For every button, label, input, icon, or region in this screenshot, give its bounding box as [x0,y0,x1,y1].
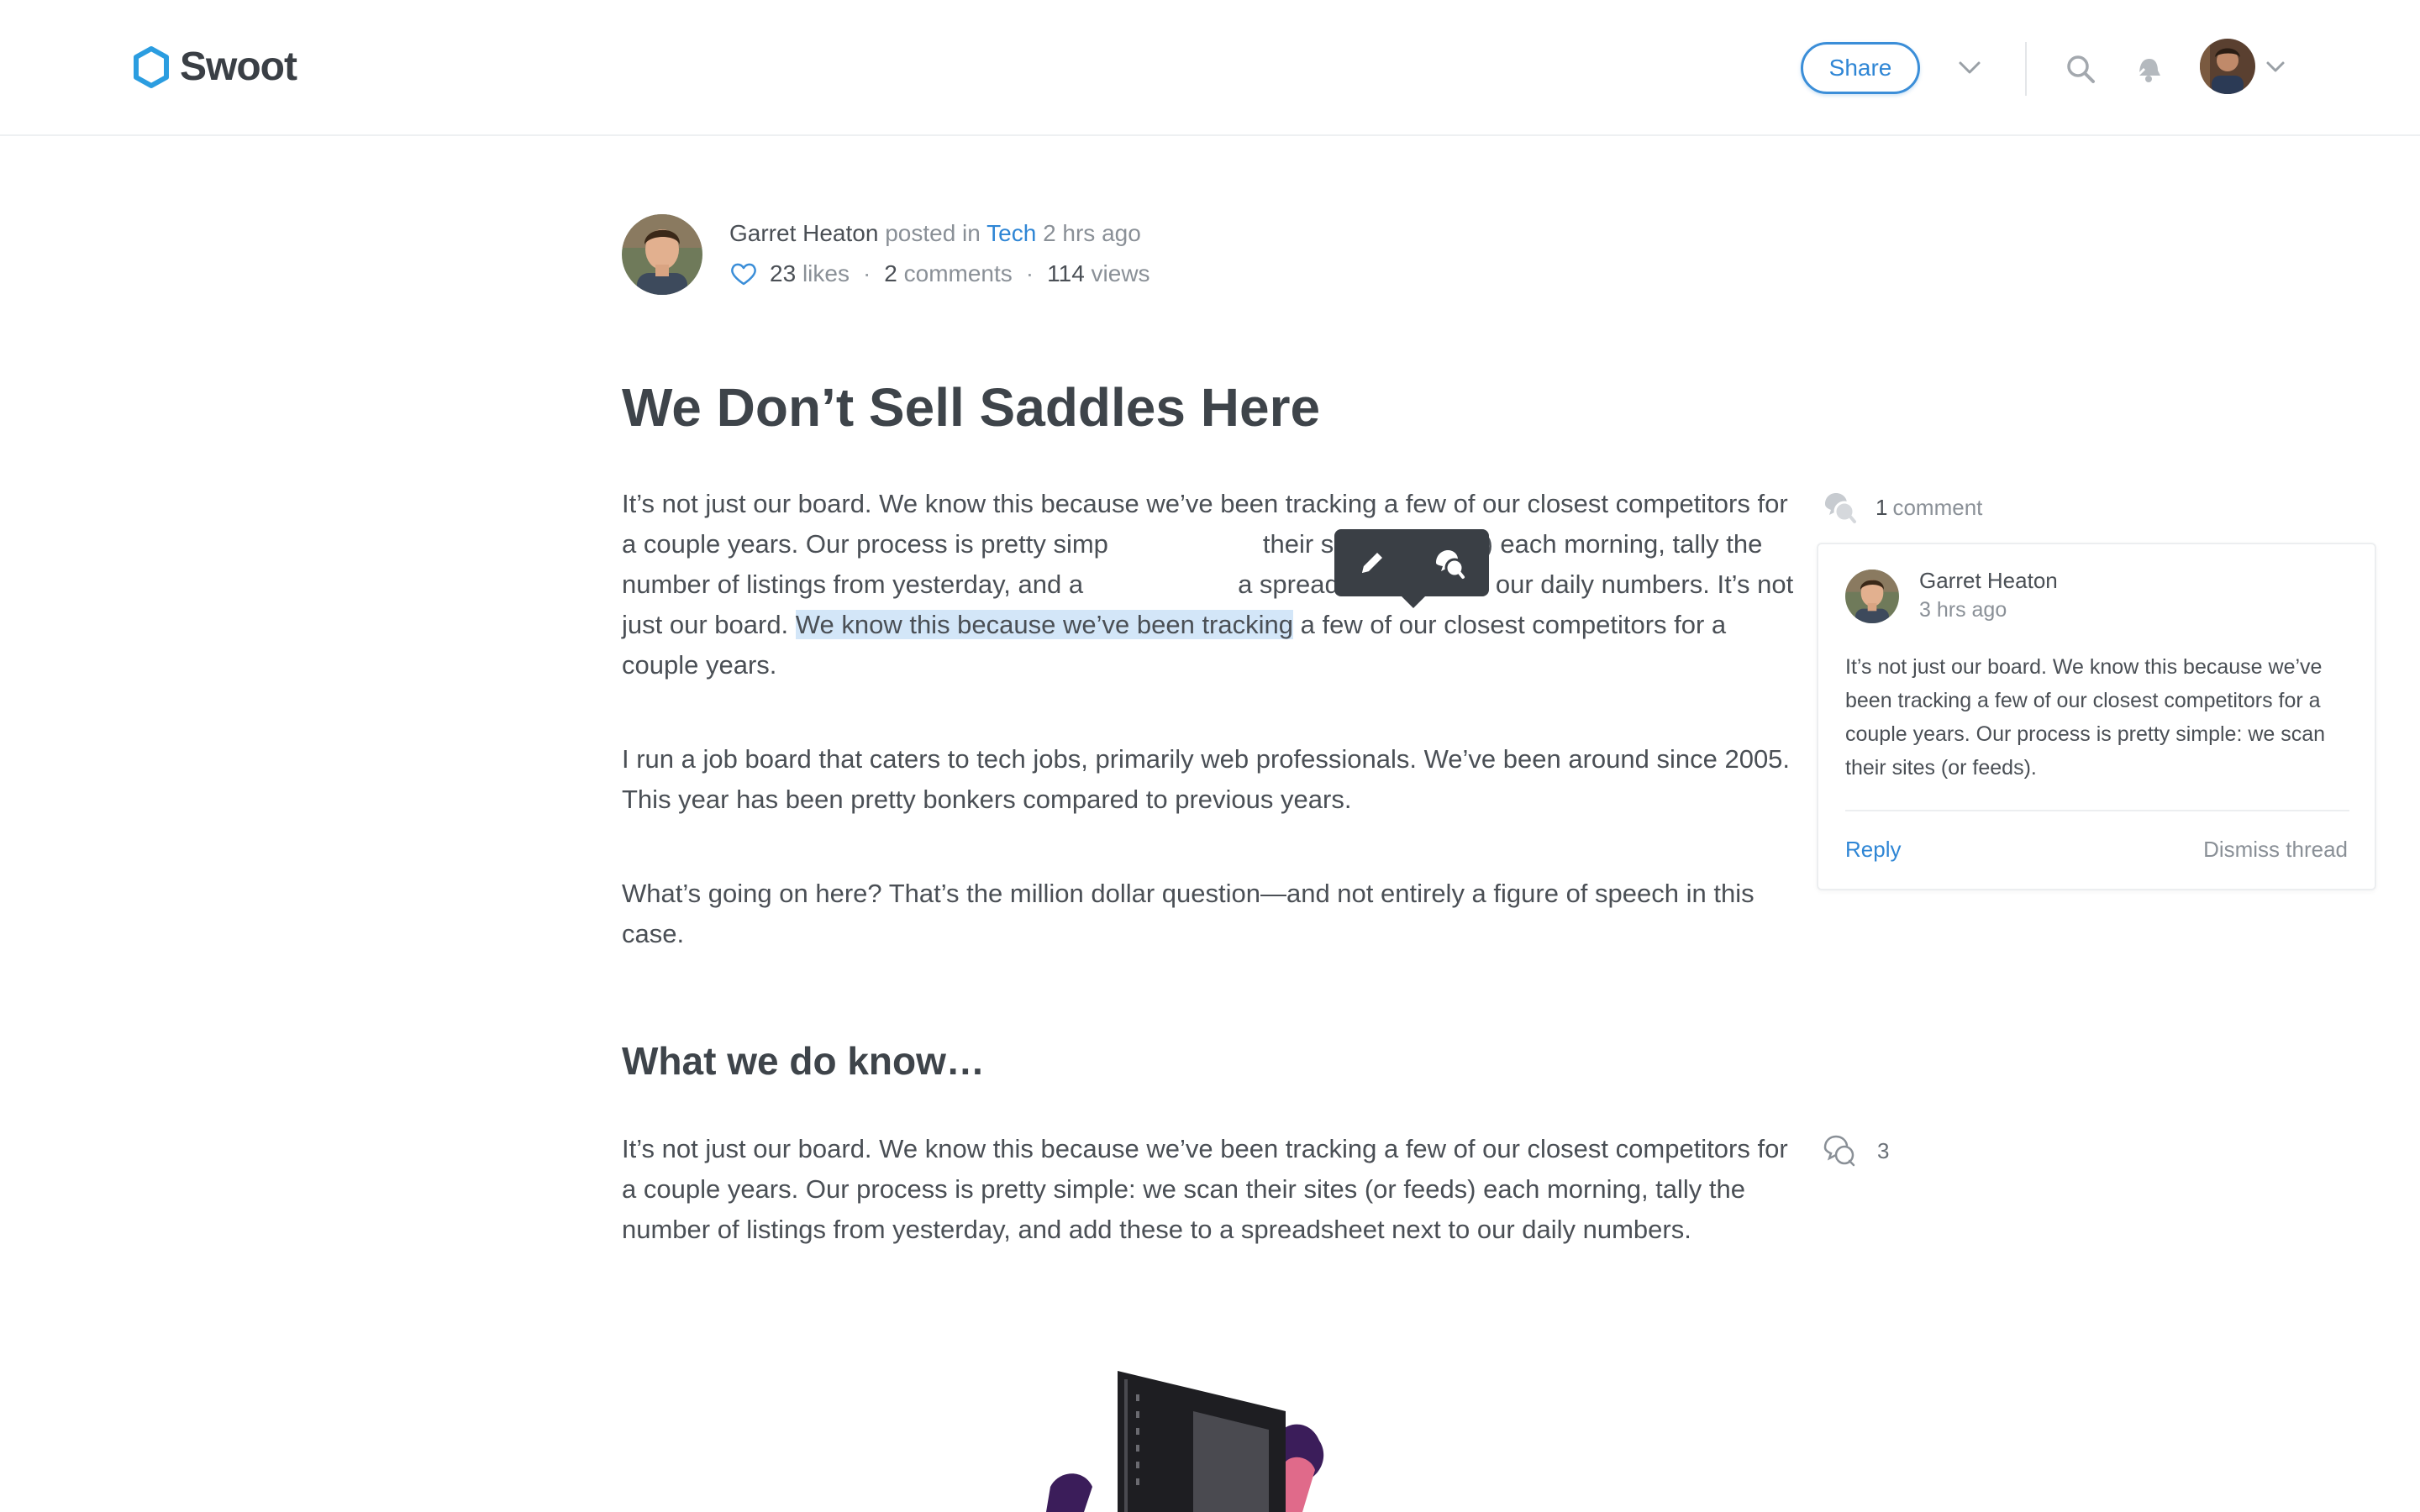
logo-text: Swoot [180,45,297,89]
post-meta: Garret Heaton posted in Tech 2 hrs ago [729,220,1141,247]
comment-time: 3 hrs ago [1919,598,2007,622]
chevron-down-icon[interactable] [1958,60,1981,76]
post-title: We Don’t Sell Saddles Here [622,377,1321,438]
views-label: views [1091,260,1150,286]
paragraph-4: It’s not just our board. We know this be… [622,1134,1788,1244]
likes-count: 23 [770,260,797,286]
comment-icon[interactable] [1431,546,1468,580]
logo-hexagon-icon [134,45,169,88]
illustration-image [1046,1371,1324,1512]
comment-count-number: 3 [1877,1137,1890,1163]
search-icon[interactable] [2065,54,2096,84]
bell-icon[interactable] [2131,52,2165,86]
selection-toolbar [1334,529,1489,608]
avatar-image [1845,570,1899,623]
post-time: 2 hrs ago [1043,220,1141,246]
comment-thread-card: Garret Heaton 3 hrs ago It’s not just ou… [1817,543,2376,890]
top-header: Swoot Share [0,0,2420,136]
comment-count-number: 1 [1876,494,1888,520]
user-avatar[interactable] [2200,39,2255,94]
category-link[interactable]: Tech [986,220,1036,246]
avatar-image [2200,39,2255,94]
commenter-name[interactable]: Garret Heaton [1919,568,2058,594]
thread-comment-count[interactable]: 1 comment [1822,491,1982,524]
share-button[interactable]: Share [1801,42,1920,94]
separator-dot: · [862,260,871,286]
comments-icon [1825,493,1856,523]
comments-label[interactable]: comments [904,260,1013,287]
comment-body: It’s not just our board. We know this be… [1845,655,2326,780]
paragraph-2: I run a job board that caters to tech jo… [622,744,1791,814]
author-name[interactable]: Garret Heaton [729,220,878,246]
dismiss-thread-button[interactable]: Dismiss thread [2203,837,2348,863]
logo[interactable]: Swoot [133,44,297,90]
post-stats: 23 likes · 2 comments · 114 views [729,260,1150,287]
paragraph-comment-count[interactable]: 3 [1822,1134,1889,1168]
comments-icon [1823,1135,1855,1167]
paragraph-1: It’s not just our board. We know this be… [622,484,1798,685]
comment-divider [1845,810,2349,811]
pencil-icon[interactable] [1355,546,1389,580]
article-illustration [1034,1361,1353,1512]
likes-label: likes [802,260,850,286]
author-avatar[interactable] [622,214,702,295]
comments-count[interactable]: 2 [884,260,897,287]
avatar-image [622,214,702,295]
section-heading: What we do know… [622,1039,985,1083]
separator-dot: · [1025,260,1034,286]
reply-button[interactable]: Reply [1845,837,1901,863]
header-divider [2025,42,2027,96]
chevron-down-icon[interactable] [2265,60,2286,74]
posted-in-text: posted in [885,220,981,246]
heart-icon[interactable] [729,261,758,286]
commenter-avatar[interactable] [1845,570,1899,623]
selected-text[interactable]: We know this because we’ve been tracking [795,610,1293,639]
paragraph-3: What’s going on here? That’s the million… [622,879,1754,948]
views-count: 114 [1047,260,1085,286]
comment-count-label: comment [1892,494,1983,520]
